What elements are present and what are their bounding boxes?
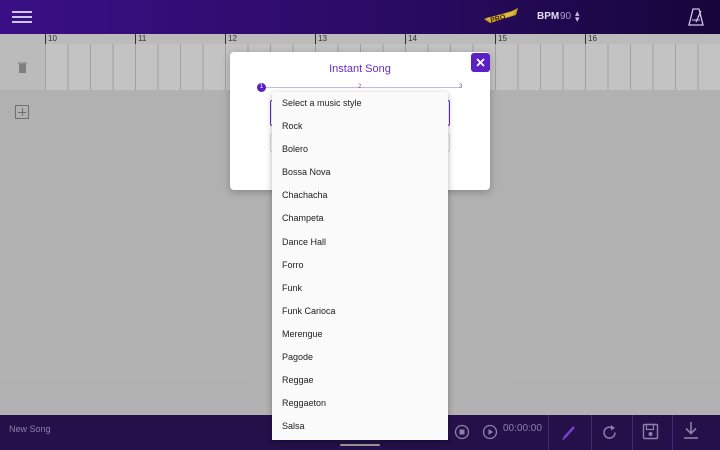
download-icon[interactable] <box>682 421 700 440</box>
close-button[interactable] <box>471 53 490 72</box>
step-indicator: 2 <box>358 84 362 90</box>
top-bar: PRO BPM 90 ▴ ▾ <box>0 0 720 34</box>
dropdown-item[interactable]: Salsa <box>272 415 448 438</box>
song-name[interactable]: New Song <box>9 424 51 434</box>
dropdown-item[interactable]: Funk <box>272 277 448 300</box>
play-icon[interactable] <box>482 424 498 440</box>
time-display: 00:00:00 <box>503 423 542 434</box>
divider <box>591 415 592 450</box>
step-indicator-active: 1 <box>257 83 266 92</box>
dropdown-item[interactable]: Funk Carioca <box>272 300 448 323</box>
dropdown-item[interactable]: Dance Hall <box>272 231 448 254</box>
dropdown-item[interactable]: Bolero <box>272 138 448 161</box>
music-style-dropdown[interactable]: Select a music style Rock Bolero Bossa N… <box>272 92 448 440</box>
step-indicator: 3 <box>459 84 463 90</box>
dropdown-item[interactable]: Reggaeton <box>272 392 448 415</box>
divider <box>672 415 673 450</box>
dropdown-item[interactable]: Chachacha <box>272 184 448 207</box>
dropdown-item[interactable]: Pagode <box>272 346 448 369</box>
dropdown-item[interactable]: Reggae <box>272 369 448 392</box>
bpm-label: BPM <box>537 11 560 22</box>
divider <box>548 415 549 450</box>
dropdown-item[interactable]: Champeta <box>272 207 448 230</box>
pencil-icon[interactable] <box>561 423 577 441</box>
dropdown-item[interactable]: Forro <box>272 254 448 277</box>
divider <box>632 415 633 450</box>
home-indicator <box>340 444 380 446</box>
bpm-stepper[interactable]: ▴ ▾ <box>575 9 580 24</box>
dialog-title: Instant Song <box>329 63 391 75</box>
close-icon <box>476 58 485 67</box>
dropdown-item[interactable]: Merengue <box>272 323 448 346</box>
pro-badge[interactable]: PRO <box>482 7 520 25</box>
bpm-value[interactable]: 90 <box>560 11 571 22</box>
hamburger-menu-icon[interactable] <box>12 11 32 23</box>
stop-icon[interactable] <box>454 424 470 440</box>
chevron-down-icon[interactable]: ▾ <box>575 15 580 24</box>
dropdown-item[interactable]: Rock <box>272 115 448 138</box>
dropdown-item-placeholder[interactable]: Select a music style <box>272 92 448 115</box>
metronome-icon[interactable] <box>688 8 704 26</box>
dropdown-item[interactable]: Bossa Nova <box>272 161 448 184</box>
pro-badge-label: PRO <box>490 14 507 25</box>
loop-icon[interactable] <box>601 424 618 441</box>
save-icon[interactable] <box>642 423 659 440</box>
